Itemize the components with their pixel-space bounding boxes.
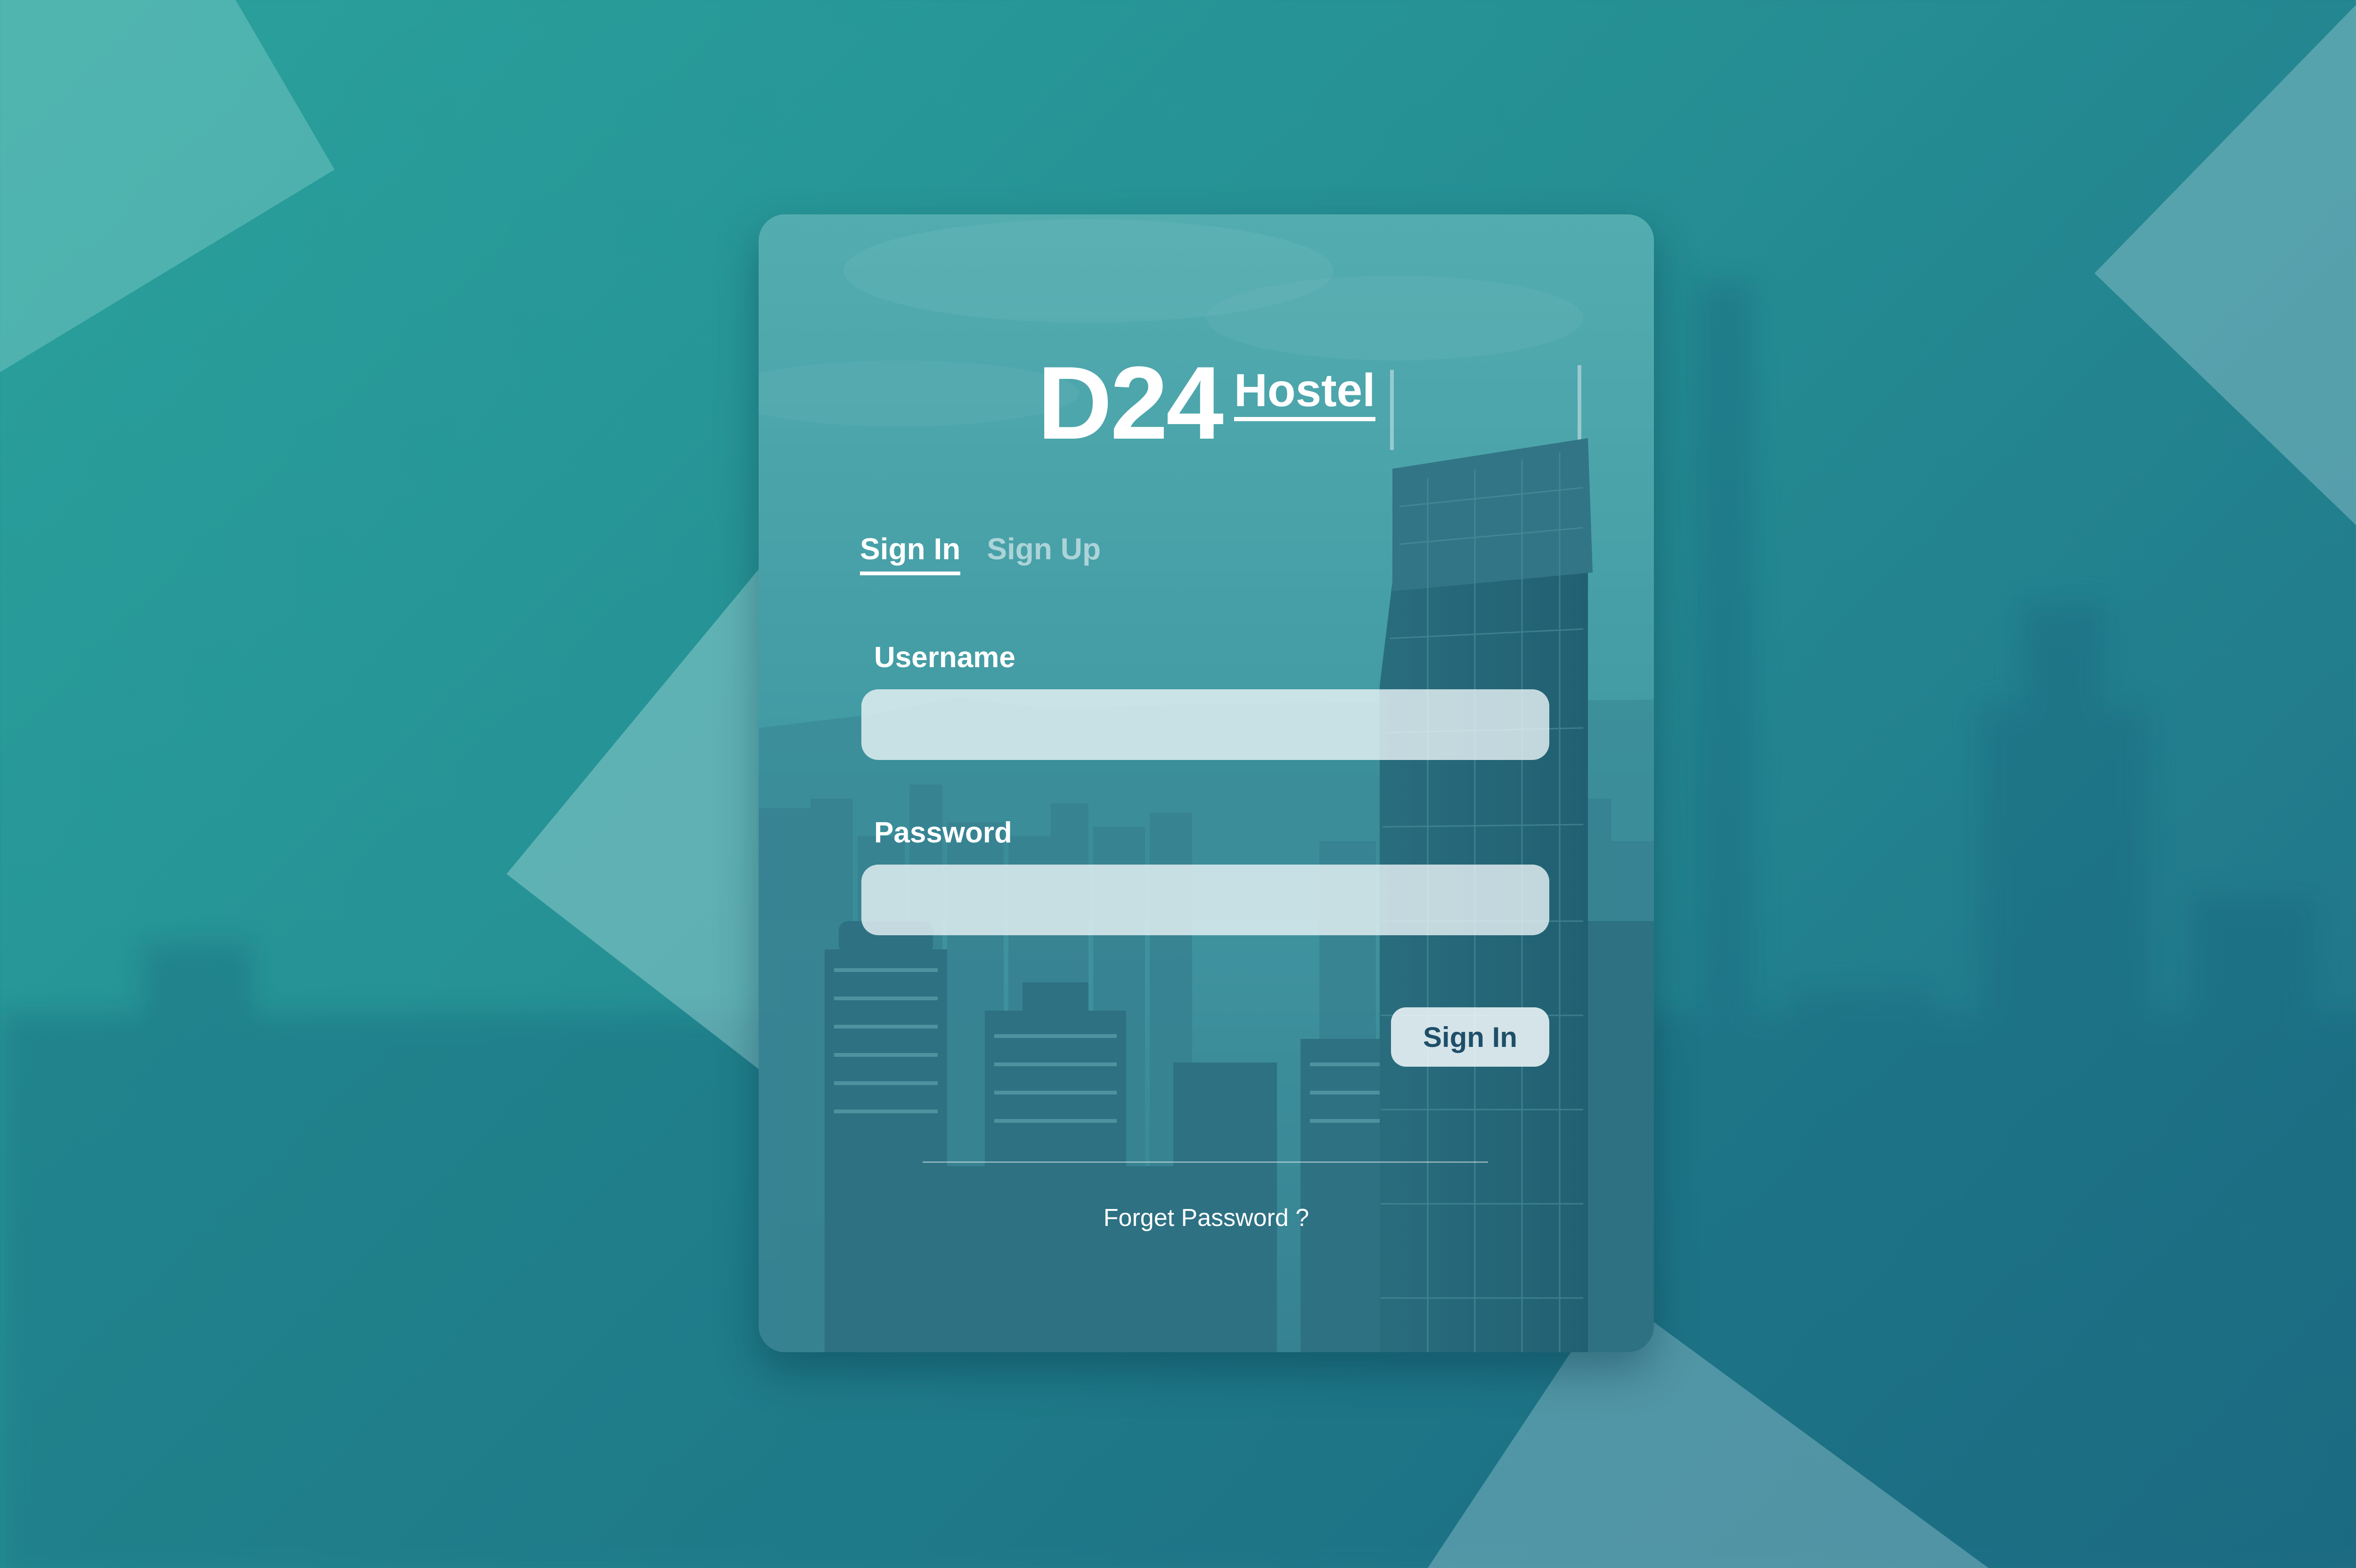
username-input[interactable] bbox=[861, 689, 1549, 760]
forget-password-link[interactable]: Forget Password ? bbox=[759, 1204, 1654, 1232]
sign-in-button[interactable]: Sign In bbox=[1391, 1007, 1549, 1067]
bg-shape-top-left bbox=[0, 0, 335, 372]
brand-main-text: D24 bbox=[1037, 345, 1224, 461]
brand-logo: D24 Hostel bbox=[759, 351, 1654, 474]
tab-sign-in[interactable]: Sign In bbox=[860, 530, 961, 575]
divider bbox=[923, 1161, 1488, 1163]
tab-sign-up[interactable]: Sign Up bbox=[987, 530, 1101, 575]
auth-tabs: Sign In Sign Up bbox=[860, 530, 1101, 575]
login-card: D24 Hostel Sign In Sign Up Username Pass… bbox=[759, 214, 1654, 1352]
username-label: Username bbox=[874, 641, 1015, 674]
bg-shape-mid-left bbox=[507, 547, 777, 1084]
password-label: Password bbox=[874, 817, 1012, 849]
bg-shape-top-right bbox=[2094, 5, 2356, 525]
brand-sub-text: Hostel bbox=[1234, 367, 1375, 421]
password-input[interactable] bbox=[861, 865, 1549, 935]
